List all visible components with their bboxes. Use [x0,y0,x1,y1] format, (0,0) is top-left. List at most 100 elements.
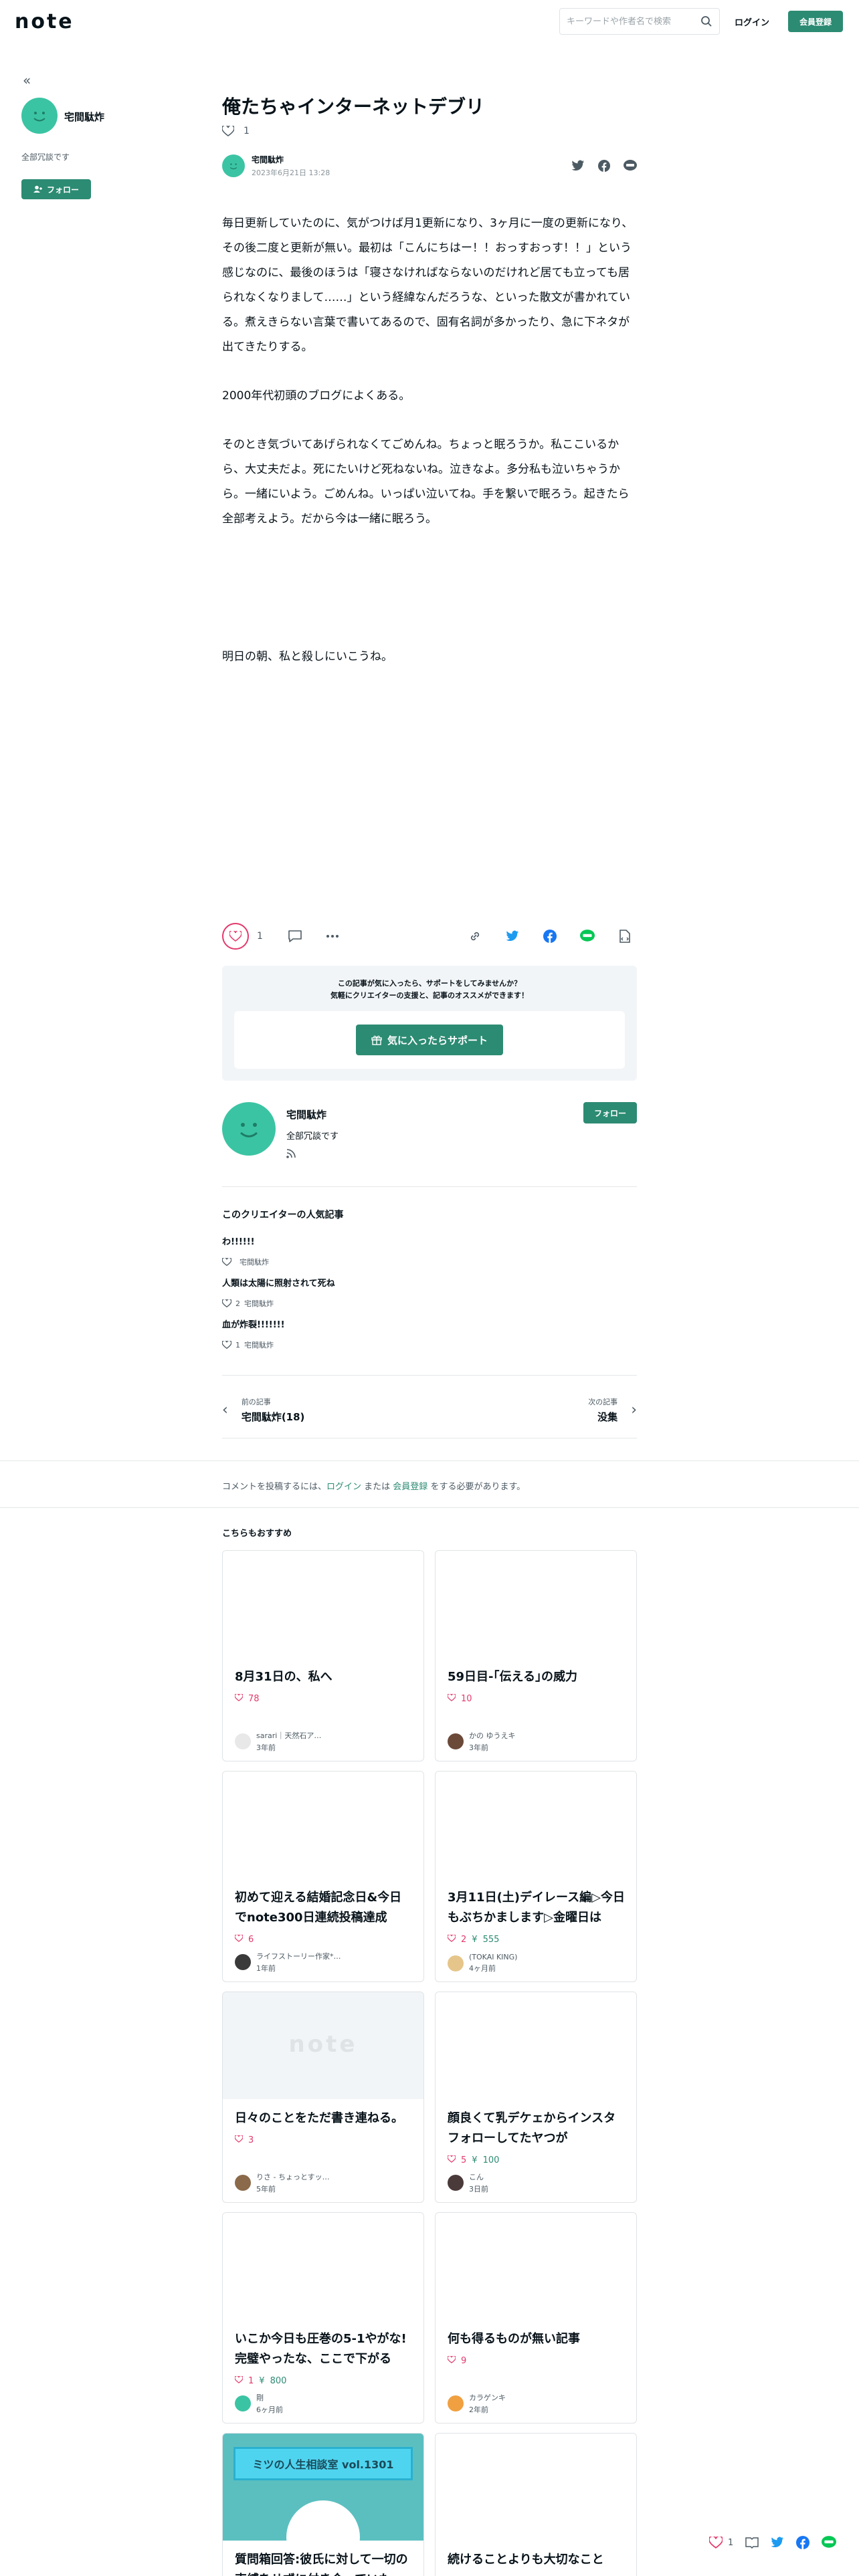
popular-item[interactable]: 人類は太陽に照射されて死ね 2 宅間駄炸 [222,1276,637,1309]
card-title[interactable]: 日々のことをただ書き連ねる。 [235,2109,413,2129]
facebook-icon[interactable] [598,160,610,172]
rss-icon[interactable] [286,1149,296,1161]
popular-item-author: 宅間駄炸 [244,1299,274,1308]
comment-icon[interactable] [283,924,307,948]
card-like-row: 5 ¥100 [447,2155,500,2165]
card-like-count: 9 [461,2356,467,2366]
card-thumbnail[interactable] [436,2434,636,2541]
comment-signup-link[interactable]: 会員登録 [393,1482,427,1492]
card-support-amount: 800 [270,2376,287,2386]
twitter-icon[interactable] [571,160,585,172]
prev-article-link[interactable]: ‹ 前の記事 宅間駄炸(18) [222,1396,304,1424]
prev-title: 宅間駄炸(18) [241,1411,305,1423]
card-thumbnail[interactable] [436,1772,636,1879]
facebook-share-icon[interactable] [538,924,562,948]
search-icon[interactable] [700,15,712,27]
author-avatar-small[interactable] [222,154,245,177]
card-author[interactable]: りさ - ちょっとすッ… 5年前 [235,2171,330,2194]
card-author-avatar [235,1954,251,1970]
card-author[interactable]: sarari｜天然石ア… 3年前 [235,1730,321,1753]
sidebar-author-bio: 全部冗談です [21,152,70,162]
recommend-card[interactable]: 顔良くて乳デケェからインスタフォローしてたヤつがThreads… 5 ¥100 こん 3… [435,1992,637,2203]
card-author-name: (TOKAI KING) [469,1953,518,1961]
card-author-name: ライフストーリー作家*… [256,1952,341,1961]
popular-item-title[interactable]: 人類は太陽に照射されて死ね [222,1276,637,1289]
card-author[interactable]: こん 3日前 [448,2171,488,2194]
card-title[interactable]: 何も得るものが無い記事 [448,2329,626,2349]
login-button[interactable]: ログイン [723,8,781,35]
recommend-card[interactable]: ミツの人生相談室 vol.1301 質問箱回答:彼氏に対して一切の束縛をせずに付き… [222,2433,424,2576]
author-name[interactable]: 宅間駄炸 [252,154,330,165]
popular-item-title[interactable]: 血が炸裂!!!!!!! [222,1317,637,1330]
card-author[interactable]: カラゲンキ 2年前 [448,2392,506,2415]
embed-icon[interactable] [613,924,637,948]
card-title[interactable]: 顔良くて乳デケェからインスタフォローしてたヤつがThreads… [448,2109,626,2149]
popular-item[interactable]: 血が炸裂!!!!!!! 1 宅間駄炸 [222,1317,637,1350]
like-button[interactable] [222,923,249,950]
card-date: 3年前 [469,1743,488,1752]
line-icon[interactable] [624,160,637,172]
collapse-sidebar-icon[interactable]: « [23,72,31,88]
line-icon[interactable] [822,2536,837,2549]
heart-icon[interactable] [709,2537,723,2549]
facebook-icon[interactable] [796,2536,810,2549]
more-icon[interactable] [320,924,345,948]
card-thumbnail[interactable] [436,1551,636,1658]
search-box[interactable] [559,8,720,35]
next-article-link[interactable]: 次の記事 没集 › [588,1396,637,1424]
line-share-icon[interactable] [575,924,599,948]
recommend-card[interactable]: 何も得るものが無い記事 9 カラゲンキ 2年前 [435,2212,637,2424]
card-thumbnail[interactable]: note [223,1992,423,2099]
recommend-card[interactable]: 続けることよりも大切なこと139 [435,2433,637,2576]
magazine-icon[interactable] [745,2537,759,2549]
card-author-name: 剛 [256,2393,264,2402]
twitter-share-icon[interactable] [500,924,524,948]
creator-name[interactable]: 宅間駄炸 [286,1107,326,1121]
popular-item[interactable]: わ!!!!!! 宅間駄炸 [222,1235,637,1267]
signup-button[interactable]: 会員登録 [788,11,843,32]
twitter-icon[interactable] [771,2537,784,2549]
recommend-card[interactable]: 初めて迎える結婚記念日&今日でnote300日連続投稿達成 6 ライフストーリー作家… [222,1771,424,1982]
card-thumbnail[interactable]: ミツの人生相談室 vol.1301 [223,2434,423,2574]
card-thumbnail[interactable] [436,2213,636,2320]
link-icon[interactable] [463,924,487,948]
card-support-amount: 100 [482,2155,500,2165]
card-title[interactable]: 質問箱回答:彼氏に対して一切の束縛をせずに付き合っていたの… [235,2550,413,2576]
search-input[interactable] [567,16,700,27]
recommend-card[interactable]: 8月31日の、私へ 78 sarari｜天然石ア… 3年前 [222,1550,424,1761]
recommend-card[interactable]: 3月11日(土)デイレース編▷今日もぶちかまします▷金曜日は何… 2 ¥555 (TO… [435,1771,637,1982]
card-thumbnail[interactable] [223,2213,423,2320]
recommend-card[interactable]: 59日目-｢伝える｣の威力 10 かの ゆうえキ 3年前 [435,1550,637,1761]
card-author[interactable]: ライフストーリー作家*… 1年前 [235,1951,341,1973]
support-text-1: この記事が気に入ったら、サポートをしてみませんか？ [337,979,522,988]
note-logo[interactable]: note [15,10,74,33]
card-thumbnail[interactable] [223,1551,423,1658]
card-title[interactable]: 初めて迎える結婚記念日&今日でnote300日連続投稿達成 [235,1888,413,1928]
card-author[interactable]: (TOKAI KING) 4ヶ月前 [448,1953,517,1973]
recommend-card[interactable]: note 日々のことをただ書き連ねる。 3 りさ - ちょっとすッ… 5年前 [222,1992,424,2203]
card-title[interactable]: 3月11日(土)デイレース編▷今日もぶちかまします▷金曜日は何… [448,1888,626,1928]
card-thumbnail[interactable] [223,1772,423,1879]
card-author-name: カラゲンキ [469,2393,506,2402]
card-title[interactable]: 8月31日の、私へ [235,1667,413,1687]
sidebar-follow-button[interactable]: フォロー [21,179,91,199]
card-author[interactable]: かの ゆうえキ 3年前 [448,1730,516,1753]
card-title[interactable]: 続けることよりも大切なこと [448,2550,626,2570]
card-author[interactable]: 剛 6ヶ月前 [235,2392,283,2415]
support-button[interactable]: 気に入ったらサポート [356,1025,503,1055]
card-title[interactable]: 59日目-｢伝える｣の威力 [448,1667,626,1687]
card-title[interactable]: いこか今日も圧巻の5-1やがな!完璧やったな、ここで下がる俺… [235,2329,413,2369]
support-inner: 気に入ったらサポート [234,1011,625,1069]
article-pager: ‹ 前の記事 宅間駄炸(18) 次の記事 没集 › [222,1387,637,1435]
creator-avatar[interactable] [222,1102,276,1156]
heart-icon [222,1299,231,1307]
support-box: この記事が気に入ったら、サポートをしてみませんか？ 気軽にクリエイターの支援と、… [222,966,637,1081]
sidebar-author-name[interactable]: 宅間駄炸 [64,110,104,124]
card-thumbnail[interactable] [436,1992,636,2099]
heart-icon[interactable] [222,126,234,136]
creator-follow-button[interactable]: フォロー [583,1102,637,1123]
comment-login-link[interactable]: ログイン [326,1482,361,1492]
recommend-card[interactable]: いこか今日も圧巻の5-1やがな!完璧やったな、ここで下がる俺… 1 ¥800 剛 6ヶ月… [222,2212,424,2424]
author-avatar[interactable] [21,98,58,134]
popular-item-title[interactable]: わ!!!!!! [222,1235,637,1247]
